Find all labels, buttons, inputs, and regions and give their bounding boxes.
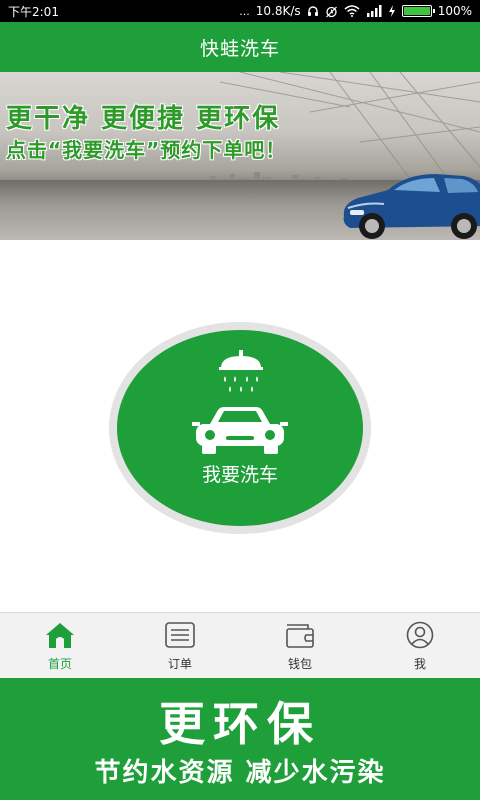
- nav-label-wallet: 钱包: [287, 657, 312, 671]
- charging-icon: [388, 5, 395, 17]
- nav-item-wallet[interactable]: 钱包: [240, 613, 360, 678]
- footer-slogan: 更环保: [159, 697, 321, 751]
- title-bar: 快蛙洗车: [0, 22, 480, 72]
- nav-label-home: 首页: [47, 657, 72, 671]
- nav-item-orders[interactable]: 订单: [120, 613, 240, 678]
- nav-label-orders: 订单: [167, 657, 192, 671]
- banner-headline: 更干净 更便捷 更环保: [6, 104, 281, 134]
- network-speed: 10.8K/s: [255, 4, 301, 18]
- nav-item-home[interactable]: 首页: [0, 613, 120, 678]
- user-icon: [406, 621, 434, 649]
- wallet-icon: [286, 624, 314, 648]
- wifi-icon: [344, 5, 360, 17]
- shower-icon: [219, 350, 263, 392]
- signal-icon: [366, 5, 382, 17]
- bottom-nav: 首页 订单 钱包 我: [0, 612, 480, 678]
- banner-subheadline: 点击“我要洗车”预约下单吧！: [6, 138, 287, 162]
- footer-subslogan: 节约水资源 减少水污染: [94, 758, 386, 788]
- home-icon: [46, 623, 74, 648]
- footer-promo: 更环保 节约水资源 减少水污染: [0, 678, 480, 800]
- status-dots: ...: [239, 4, 250, 18]
- banner-car-image: [343, 174, 480, 239]
- headphone-icon: [307, 6, 318, 16]
- status-time: 下午2:01: [8, 4, 59, 19]
- battery-fill: [403, 7, 430, 15]
- status-bar: 下午2:01 ... 10.8K/s 100%: [0, 0, 480, 22]
- status-indicators: ... 10.8K/s 100%: [239, 4, 472, 18]
- nav-label-me: 我: [413, 657, 426, 671]
- car-icon: [192, 407, 288, 454]
- wash-car-label: 我要洗车: [201, 464, 278, 486]
- battery-percent: 100%: [437, 4, 472, 18]
- promo-banner[interactable]: 更干净 更便捷 更环保 点击“我要洗车”预约下单吧！: [0, 72, 480, 240]
- alarm-icon: [325, 6, 337, 17]
- order-list-icon: [165, 622, 195, 648]
- battery-indicator: [401, 5, 435, 17]
- page-title: 快蛙洗车: [199, 37, 280, 60]
- nav-item-me[interactable]: 我: [360, 613, 480, 678]
- wash-car-button[interactable]: 我要洗车: [117, 330, 363, 526]
